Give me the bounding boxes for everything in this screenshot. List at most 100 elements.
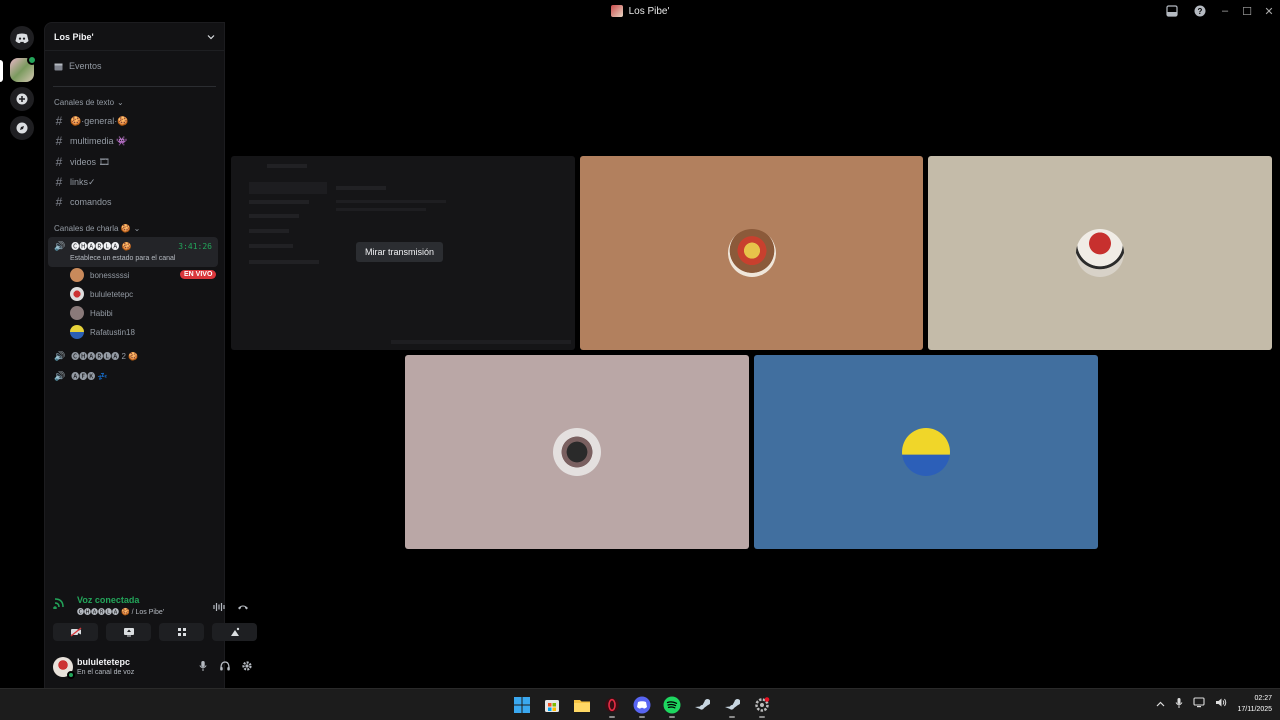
windows-start-icon[interactable] <box>508 691 536 719</box>
speaker-icon: 🔊 <box>54 351 66 361</box>
participant-tile[interactable] <box>928 156 1272 350</box>
steam-icon[interactable] <box>688 691 716 719</box>
selected-server-pill <box>0 60 3 82</box>
opera-gx-icon[interactable] <box>598 691 626 719</box>
voice-actions <box>213 599 249 617</box>
settings-gear-icon[interactable] <box>241 659 253 677</box>
discord-home-icon[interactable] <box>10 26 34 50</box>
camera-off-icon <box>70 627 81 637</box>
speaker-icon: 🔊 <box>54 241 66 251</box>
add-server-icon[interactable] <box>10 87 34 111</box>
system-tray: 02:27 17/11/2025 <box>1156 693 1272 715</box>
maximize-icon[interactable]: ☐ <box>1236 0 1258 22</box>
discord-app-icon[interactable] <box>628 691 656 719</box>
channel-label: videos 🎞 <box>70 156 110 167</box>
window-title: Los Pibe' <box>610 5 669 17</box>
inbox-icon[interactable] <box>1158 0 1186 22</box>
hash-icon: # <box>55 114 63 128</box>
avatar <box>70 268 84 282</box>
speaker-icon: 🔊 <box>54 371 66 381</box>
minimize-icon[interactable]: – <box>1214 0 1236 22</box>
screen-share-icon <box>123 628 134 637</box>
text-category-label: Canales de texto <box>54 98 115 107</box>
voice-connected-subtitle[interactable]: 🅒🅗🅐🅡🅛🅐 🍪 / Los Pibe' <box>77 607 164 617</box>
settings-app-icon[interactable] <box>748 691 776 719</box>
chevron-up-icon[interactable] <box>1156 699 1165 710</box>
hash-icon: # <box>55 134 63 148</box>
server-icon <box>610 5 623 17</box>
member-name: Habibi <box>90 308 113 318</box>
close-icon[interactable]: ✕ <box>1258 0 1280 22</box>
clock-date: 17/11/2025 <box>1237 706 1272 713</box>
explore-icon[interactable] <box>10 116 34 140</box>
file-explorer-icon[interactable] <box>568 691 596 719</box>
share-screen-button[interactable] <box>106 623 151 641</box>
volume-icon[interactable] <box>1215 697 1227 711</box>
avatar <box>70 325 84 339</box>
voice-channel-label: 🅒🅗🅐🅡🅛🅐 🍪 <box>71 242 132 251</box>
camera-button[interactable] <box>53 623 98 641</box>
channel-label: 🍪·general·🍪 <box>70 115 129 126</box>
voice-connected-panel: Voz conectada 🅒🅗🅐🅡🅛🅐 🍪 / Los Pibe' <box>45 589 261 649</box>
hash-icon: # <box>55 195 63 209</box>
clock[interactable]: 02:27 17/11/2025 <box>1237 693 1272 715</box>
channel-label: multimedia 👾 <box>70 135 128 146</box>
live-badge: EN VIVO <box>180 270 217 279</box>
member-name: bonesssssi <box>90 270 130 280</box>
windows-taskbar: 02:27 17/11/2025 <box>0 688 1280 720</box>
network-icon[interactable] <box>1193 697 1206 711</box>
member-name: Rafatustin18 <box>90 327 135 337</box>
active-voice-channel[interactable]: 🔊 🅒🅗🅐🅡🅛🅐 🍪 3:41:26 Establece un estado p… <box>48 237 218 267</box>
window-controls: ? – ☐ ✕ <box>1158 0 1280 22</box>
channel-multimedia[interactable]: # multimedia 👾 <box>54 134 128 148</box>
events-label: Eventos <box>69 61 102 71</box>
voice-channel-afk[interactable]: 🔊 🅐🅕🅚 💤 <box>54 371 107 382</box>
disconnect-icon[interactable] <box>237 599 249 617</box>
text-category[interactable]: Canales de texto ⌄ <box>54 98 124 107</box>
watch-stream-button[interactable]: Mirar transmisión <box>356 242 444 262</box>
signal-icon[interactable] <box>53 597 69 613</box>
stream-tile[interactable]: Mirar transmisión <box>231 156 575 350</box>
store-icon[interactable] <box>538 691 566 719</box>
microphone-tray-icon[interactable] <box>1175 697 1183 712</box>
channel-links[interactable]: # links✓ <box>54 175 96 189</box>
help-icon[interactable]: ? <box>1186 0 1214 22</box>
voice-category-label: Canales de charla 🍪 <box>54 224 131 233</box>
voice-member[interactable]: Habibi <box>70 306 113 320</box>
online-status-dot <box>67 671 75 679</box>
participant-tile[interactable] <box>405 355 749 549</box>
sidebar-divider <box>53 86 216 87</box>
avatar[interactable] <box>53 657 75 679</box>
clock-time: 02:27 <box>1254 695 1272 702</box>
events-link[interactable]: Eventos <box>54 61 102 71</box>
voice-member[interactable]: Rafatustin18 <box>70 325 135 339</box>
channel-videos[interactable]: # videos 🎞 <box>54 155 110 169</box>
channel-status[interactable]: Establece un estado para el canal <box>70 255 175 262</box>
user-name[interactable]: bululetetepc <box>77 657 130 667</box>
activities-button[interactable] <box>159 623 204 641</box>
server-header[interactable]: Los Pibe' <box>45 23 224 51</box>
voice-action-buttons <box>53 623 257 641</box>
channel-general[interactable]: # 🍪·general·🍪 <box>54 114 129 128</box>
soundboard-icon <box>230 627 239 636</box>
soundboard-button[interactable] <box>212 623 257 641</box>
chevron-down-icon: ⌄ <box>117 98 124 107</box>
participant-tile[interactable] <box>754 355 1098 549</box>
spotify-icon[interactable] <box>658 691 686 719</box>
voice-member[interactable]: bululetetepc <box>70 287 133 301</box>
avatar <box>727 229 776 277</box>
voice-channel-2[interactable]: 🔊 🅒🅗🅐🅡🅛🅐 2 🍪 <box>54 351 138 362</box>
channel-comandos[interactable]: # comandos <box>54 195 112 209</box>
headphones-icon[interactable] <box>219 659 231 677</box>
avatar <box>70 287 84 301</box>
voice-category[interactable]: Canales de charla 🍪 ⌄ <box>54 224 140 233</box>
user-status: En el canal de voz <box>77 669 135 676</box>
channel-label: links✓ <box>70 176 96 187</box>
participant-tile[interactable] <box>580 156 923 350</box>
server-los-pibe[interactable] <box>10 55 37 82</box>
microphone-icon[interactable] <box>197 659 209 677</box>
noise-suppression-icon[interactable] <box>213 599 225 617</box>
activities-icon <box>177 628 186 636</box>
voice-member[interactable]: bonesssssi <box>70 268 130 282</box>
steam-running-icon[interactable] <box>718 691 746 719</box>
